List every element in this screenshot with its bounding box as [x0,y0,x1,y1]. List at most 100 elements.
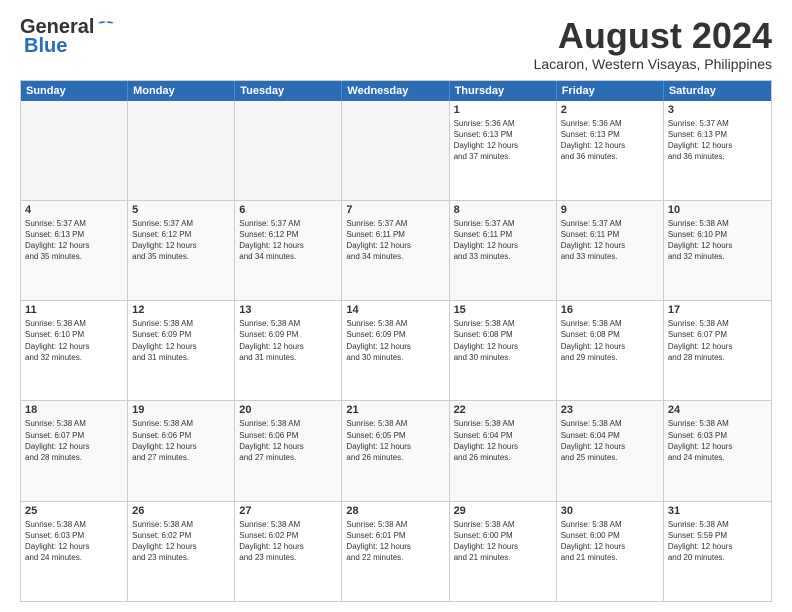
header-day-friday: Friday [557,81,664,101]
cell-content: Sunrise: 5:38 AM Sunset: 6:08 PM Dayligh… [454,318,552,363]
calendar-week-2: 4 Sunrise: 5:37 AM Sunset: 6:13 PM Daylig… [21,200,771,300]
location: Lacaron, Western Visayas, Philippines [534,56,772,72]
cell-content: Sunrise: 5:38 AM Sunset: 6:10 PM Dayligh… [25,318,123,363]
calendar-cell: 17Sunrise: 5:38 AM Sunset: 6:07 PM Dayli… [664,301,771,400]
calendar-cell: 16 Sunrise: 5:38 AM Sunset: 6:08 PM Dayli… [557,301,664,400]
calendar-cell: 3 Sunrise: 5:37 AM Sunset: 6:13 PM Daylig… [664,101,771,200]
day-number: 3 [668,104,767,116]
calendar-header: SundayMondayTuesdayWednesdayThursdayFrid… [21,81,771,101]
calendar-cell: 27 Sunrise: 5:38 AM Sunset: 6:02 PM Dayli… [235,502,342,601]
calendar-week-5: 25 Sunrise: 5:38 AM Sunset: 6:03 PM Dayli… [21,501,771,601]
calendar-cell: 2 Sunrise: 5:36 AM Sunset: 6:13 PM Daylig… [557,101,664,200]
cell-content: Sunrise: 5:38 AM Sunset: 6:03 PM Dayligh… [25,519,123,564]
calendar-cell: 9 Sunrise: 5:37 AM Sunset: 6:11 PM Daylig… [557,201,664,300]
calendar-cell [128,101,235,200]
day-number: 13 [239,304,337,316]
calendar-cell: 25 Sunrise: 5:38 AM Sunset: 6:03 PM Dayli… [21,502,128,601]
day-number: 22 [454,404,552,416]
calendar-cell: 14 Sunrise: 5:38 AM Sunset: 6:09 PM Dayli… [342,301,449,400]
cell-content: Sunrise: 5:38 AM Sunset: 6:00 PM Dayligh… [454,519,552,564]
day-number: 2 [561,104,659,116]
day-number: 7 [346,204,444,216]
calendar-cell: 7Sunrise: 5:37 AM Sunset: 6:11 PM Daylig… [342,201,449,300]
cell-content: Sunrise: 5:38 AM Sunset: 6:03 PM Dayligh… [668,418,767,463]
cell-content: Sunrise: 5:38 AM Sunset: 5:59 PM Dayligh… [668,519,767,564]
day-number: 31 [668,505,767,517]
logo-bird-icon [96,20,116,36]
calendar-cell: 26 Sunrise: 5:38 AM Sunset: 6:02 PM Dayli… [128,502,235,601]
cell-content: Sunrise: 5:38 AM Sunset: 6:09 PM Dayligh… [346,318,444,363]
cell-content: Sunrise: 5:37 AM Sunset: 6:11 PM Dayligh… [454,218,552,263]
calendar-cell: 24 Sunrise: 5:38 AM Sunset: 6:03 PM Dayli… [664,401,771,500]
day-number: 27 [239,505,337,517]
day-number: 29 [454,505,552,517]
day-number: 11 [25,304,123,316]
calendar-cell: 4 Sunrise: 5:37 AM Sunset: 6:13 PM Daylig… [21,201,128,300]
day-number: 30 [561,505,659,517]
calendar-cell: 19Sunrise: 5:38 AM Sunset: 6:06 PM Dayli… [128,401,235,500]
logo-blue: Blue [24,35,67,58]
day-number: 28 [346,505,444,517]
calendar-cell: 23 Sunrise: 5:38 AM Sunset: 6:04 PM Dayli… [557,401,664,500]
cell-content: Sunrise: 5:38 AM Sunset: 6:10 PM Dayligh… [668,218,767,263]
cell-content: Sunrise: 5:37 AM Sunset: 6:12 PM Dayligh… [132,218,230,263]
cell-content: Sunrise: 5:38 AM Sunset: 6:06 PM Dayligh… [239,418,337,463]
cell-content: Sunrise: 5:38 AM Sunset: 6:02 PM Dayligh… [132,519,230,564]
cell-content: Sunrise: 5:38 AM Sunset: 6:07 PM Dayligh… [25,418,123,463]
calendar: SundayMondayTuesdayWednesdayThursdayFrid… [20,80,772,602]
calendar-cell: 6Sunrise: 5:37 AM Sunset: 6:12 PM Daylig… [235,201,342,300]
day-number: 24 [668,404,767,416]
calendar-week-4: 18 Sunrise: 5:38 AM Sunset: 6:07 PM Dayli… [21,400,771,500]
month-title: August 2024 [534,16,772,56]
page: General Blue August 2024 Lacaron, Wester… [0,0,792,612]
cell-content: Sunrise: 5:38 AM Sunset: 6:04 PM Dayligh… [561,418,659,463]
day-number: 14 [346,304,444,316]
cell-content: Sunrise: 5:38 AM Sunset: 6:02 PM Dayligh… [239,519,337,564]
header-day-thursday: Thursday [450,81,557,101]
calendar-cell [235,101,342,200]
calendar-cell: 15 Sunrise: 5:38 AM Sunset: 6:08 PM Dayli… [450,301,557,400]
header-day-wednesday: Wednesday [342,81,449,101]
calendar-cell: 30Sunrise: 5:38 AM Sunset: 6:00 PM Dayli… [557,502,664,601]
day-number: 23 [561,404,659,416]
calendar-cell: 29 Sunrise: 5:38 AM Sunset: 6:00 PM Dayli… [450,502,557,601]
calendar-cell: 5Sunrise: 5:37 AM Sunset: 6:12 PM Daylig… [128,201,235,300]
header-day-monday: Monday [128,81,235,101]
calendar-cell: 28 Sunrise: 5:38 AM Sunset: 6:01 PM Dayli… [342,502,449,601]
calendar-week-3: 11 Sunrise: 5:38 AM Sunset: 6:10 PM Dayli… [21,300,771,400]
cell-content: Sunrise: 5:37 AM Sunset: 6:13 PM Dayligh… [668,118,767,163]
calendar-cell: 31 Sunrise: 5:38 AM Sunset: 5:59 PM Dayli… [664,502,771,601]
cell-content: Sunrise: 5:38 AM Sunset: 6:08 PM Dayligh… [561,318,659,363]
day-number: 15 [454,304,552,316]
calendar-cell: 13 Sunrise: 5:38 AM Sunset: 6:09 PM Dayli… [235,301,342,400]
cell-content: Sunrise: 5:38 AM Sunset: 6:04 PM Dayligh… [454,418,552,463]
cell-content: Sunrise: 5:36 AM Sunset: 6:13 PM Dayligh… [561,118,659,163]
cell-content: Sunrise: 5:38 AM Sunset: 6:09 PM Dayligh… [132,318,230,363]
header: General Blue August 2024 Lacaron, Wester… [20,16,772,72]
day-number: 18 [25,404,123,416]
calendar-cell [342,101,449,200]
calendar-cell: 20Sunrise: 5:38 AM Sunset: 6:06 PM Dayli… [235,401,342,500]
title-block: August 2024 Lacaron, Western Visayas, Ph… [534,16,772,72]
header-day-tuesday: Tuesday [235,81,342,101]
calendar-cell: 1Sunrise: 5:36 AM Sunset: 6:13 PM Daylig… [450,101,557,200]
cell-content: Sunrise: 5:38 AM Sunset: 6:01 PM Dayligh… [346,519,444,564]
cell-content: Sunrise: 5:38 AM Sunset: 6:06 PM Dayligh… [132,418,230,463]
day-number: 4 [25,204,123,216]
header-day-saturday: Saturday [664,81,771,101]
cell-content: Sunrise: 5:36 AM Sunset: 6:13 PM Dayligh… [454,118,552,163]
calendar-cell: 10 Sunrise: 5:38 AM Sunset: 6:10 PM Dayli… [664,201,771,300]
cell-content: Sunrise: 5:37 AM Sunset: 6:11 PM Dayligh… [561,218,659,263]
calendar-week-1: 1Sunrise: 5:36 AM Sunset: 6:13 PM Daylig… [21,101,771,200]
day-number: 21 [346,404,444,416]
day-number: 10 [668,204,767,216]
day-number: 26 [132,505,230,517]
cell-content: Sunrise: 5:38 AM Sunset: 6:09 PM Dayligh… [239,318,337,363]
cell-content: Sunrise: 5:37 AM Sunset: 6:13 PM Dayligh… [25,218,123,263]
day-number: 16 [561,304,659,316]
day-number: 25 [25,505,123,517]
logo: General Blue [20,16,116,58]
calendar-cell [21,101,128,200]
day-number: 9 [561,204,659,216]
calendar-cell: 8Sunrise: 5:37 AM Sunset: 6:11 PM Daylig… [450,201,557,300]
